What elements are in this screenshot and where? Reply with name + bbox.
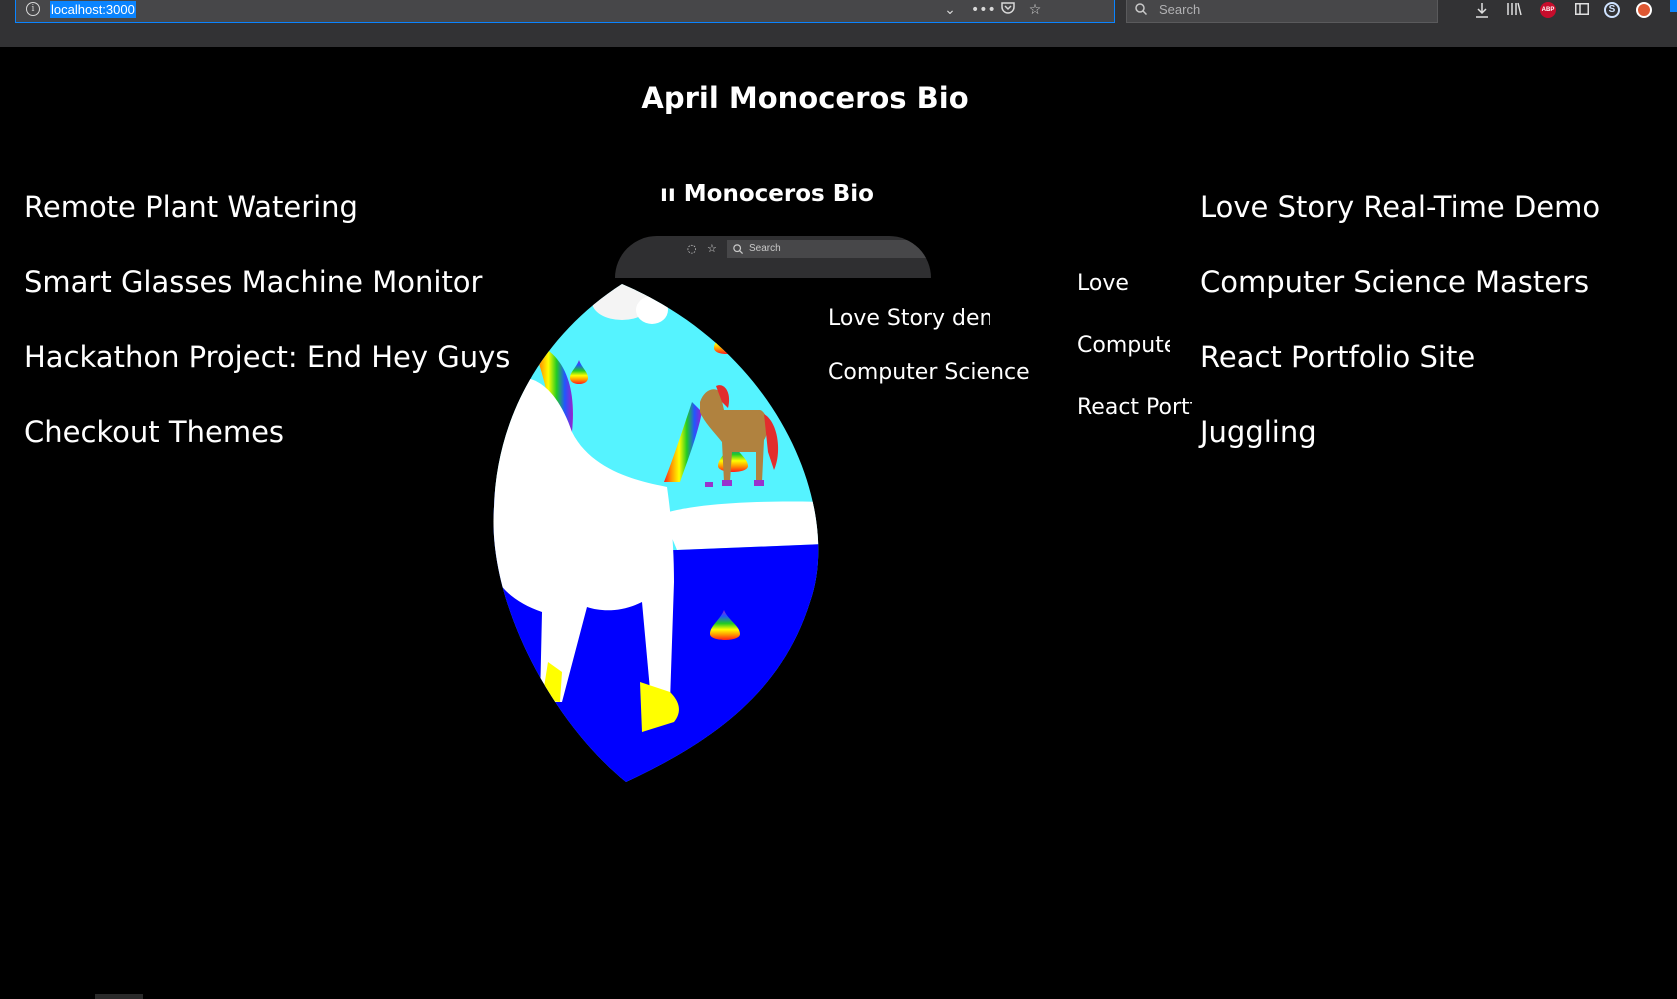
browser-toolbar: i localhost:3000 ⌄ ••• ☆ Search ABP S <box>0 0 1677 47</box>
overflow-edge <box>1670 0 1677 12</box>
mirror-search-bar: Search <box>727 240 931 258</box>
page-title: April Monoceros Bio <box>641 81 969 115</box>
horizontal-scrollbar-thumb[interactable] <box>95 994 143 999</box>
snow-island <box>662 501 819 550</box>
extension-s-icon[interactable]: S <box>1604 2 1620 18</box>
mirror2-link-react-portfolio: React Portfolio <box>1077 395 1192 420</box>
mirror2-link-computer-science: Computer Science <box>1077 333 1170 358</box>
search-placeholder: Search <box>1159 2 1201 17</box>
chevron-down-icon[interactable]: ⌄ <box>941 1 959 19</box>
more-actions-icon[interactable]: ••• <box>971 1 996 19</box>
unicorn-3d-scene[interactable] <box>492 282 826 782</box>
search-icon <box>1135 3 1147 15</box>
mirror2-link-love-story: Love Story <box>1077 271 1132 296</box>
info-icon[interactable]: i <box>26 2 40 16</box>
rainbow-drop <box>714 324 738 354</box>
mirror-star-icon: ☆ <box>707 242 717 255</box>
mirror-pocket-icon: ◌ <box>687 242 697 255</box>
mirror-search-icon <box>733 244 743 254</box>
adblock-icon[interactable]: ABP <box>1540 2 1556 18</box>
duckduckgo-icon[interactable] <box>1636 2 1652 18</box>
sidebar-icon[interactable] <box>1572 2 1592 20</box>
mirror-link-love-story-demo: Love Story demo <box>828 306 990 331</box>
cloud <box>636 296 668 324</box>
link-smart-glasses-machine-monitor[interactable]: Smart Glasses Machine Monitor <box>24 265 482 299</box>
url-text[interactable]: localhost:3000 <box>50 1 136 18</box>
link-react-portfolio-site[interactable]: React Portfolio Site <box>1200 340 1475 374</box>
link-remote-plant-watering[interactable]: Remote Plant Watering <box>24 190 358 224</box>
download-icon[interactable] <box>1472 2 1492 20</box>
link-hackathon-end-hey-guys[interactable]: Hackathon Project: End Hey Guys <box>24 340 510 374</box>
mirror-browser-chrome: ◌ ☆ Search <box>615 236 931 278</box>
search-bar[interactable]: Search <box>1126 0 1438 23</box>
link-checkout-themes[interactable]: Checkout Themes <box>24 415 284 449</box>
link-computer-science-masters[interactable]: Computer Science Masters <box>1200 265 1589 299</box>
address-bar[interactable]: i localhost:3000 ⌄ ••• ☆ <box>15 0 1115 23</box>
link-juggling[interactable]: Juggling <box>1200 415 1317 449</box>
star-bookmark-icon[interactable]: ☆ <box>1026 1 1044 19</box>
mirror-search-placeholder: Search <box>749 243 781 254</box>
mirror-page-title: ıı Monoceros Bio <box>660 181 874 207</box>
mirror-link-computer-science-masters: Computer Science Masters <box>828 360 1033 385</box>
library-icon[interactable] <box>1504 2 1524 20</box>
pocket-icon[interactable] <box>999 1 1017 19</box>
link-love-story-demo[interactable]: Love Story Real-Time Demo <box>1200 190 1600 224</box>
